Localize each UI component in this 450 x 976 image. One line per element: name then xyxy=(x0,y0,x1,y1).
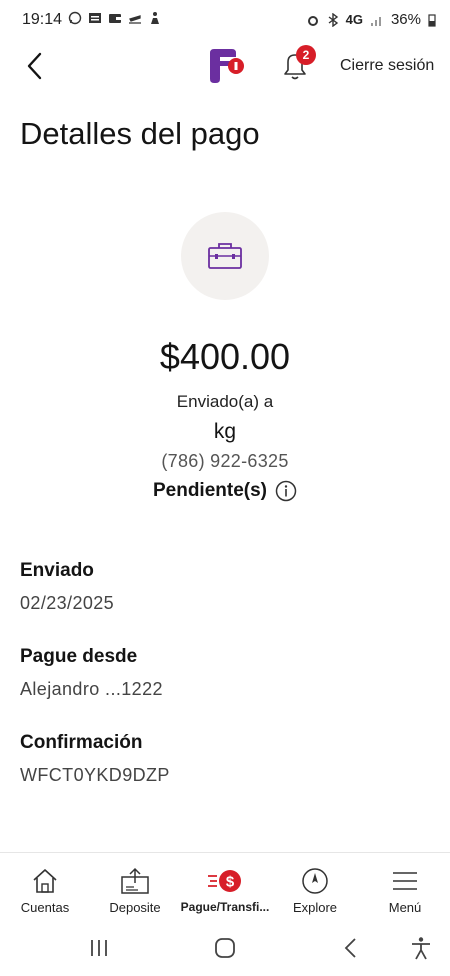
recent-apps-icon[interactable] xyxy=(89,936,109,960)
wallet-icon xyxy=(109,14,121,23)
confirmation-value: WFCT0YKD9DZP xyxy=(20,765,170,785)
page-title: Detalles del pago xyxy=(20,116,260,151)
bottom-navigation: Cuentas Deposite $ Pague/Transfi... Expl… xyxy=(0,852,450,925)
notification-badge: 2 xyxy=(296,45,316,65)
back-nav-icon[interactable] xyxy=(341,936,361,960)
notification-icons xyxy=(68,11,162,25)
nav-label: Deposite xyxy=(109,900,161,915)
network-label: 4G xyxy=(345,12,363,27)
sent-date-label: Enviado xyxy=(20,560,94,581)
payment-icon-circle xyxy=(181,212,269,300)
info-icon[interactable] xyxy=(275,480,297,502)
nav-cuentas[interactable]: Cuentas xyxy=(0,853,90,925)
status-text: Pendiente(s) xyxy=(152,480,268,501)
battery-label: 36% xyxy=(390,11,421,28)
signal-icon xyxy=(370,16,381,26)
accessibility-icon[interactable] xyxy=(410,936,432,960)
sent-date-value: 02/23/2025 xyxy=(20,593,115,613)
compass-icon xyxy=(302,868,328,894)
recipient-name: kg xyxy=(213,420,237,443)
flight-icon xyxy=(129,15,141,24)
svg-text:$: $ xyxy=(226,874,235,891)
logo-icon xyxy=(210,49,244,83)
battery-icon xyxy=(428,13,436,27)
briefcase-icon xyxy=(208,243,242,269)
bluetooth-icon xyxy=(328,12,338,27)
system-navigation-bar xyxy=(0,924,450,976)
status-bar: 19:14 4G 36% xyxy=(0,0,450,38)
brand-logo xyxy=(206,47,246,85)
home-button-icon[interactable] xyxy=(214,936,236,960)
confirmation-label: Confirmación xyxy=(20,732,143,753)
payment-status: Pendiente(s) xyxy=(0,480,450,502)
deposit-icon xyxy=(121,867,149,894)
payment-amount: $400.00 xyxy=(159,336,291,377)
nav-menu[interactable]: Menú xyxy=(360,853,450,925)
nav-explore[interactable]: Explore xyxy=(270,853,360,925)
alarm-icon xyxy=(307,15,318,26)
nav-label: Pague/Transfi... xyxy=(180,900,270,914)
nav-pague-transfiera[interactable]: $ Pague/Transfi... xyxy=(180,853,270,925)
whatsapp-icon xyxy=(68,11,82,25)
menu-icon xyxy=(393,872,417,890)
nav-label: Explore xyxy=(292,900,338,915)
pay-from-value: Alejandro ...1222 xyxy=(20,679,163,699)
chevron-left-icon xyxy=(27,52,42,80)
person-icon xyxy=(151,12,159,24)
nav-deposite[interactable]: Deposite xyxy=(90,853,180,925)
status-time: 19:14 xyxy=(22,11,63,28)
pay-from-label: Pague desde xyxy=(20,646,138,667)
nav-label: Menú xyxy=(388,900,422,915)
home-icon xyxy=(33,869,57,893)
recipient-phone: (786) 922-6325 xyxy=(161,451,289,471)
sent-to-label: Enviado(a) a xyxy=(176,392,274,411)
app-icon xyxy=(89,13,101,23)
nav-label: Cuentas xyxy=(20,900,70,915)
logout-link[interactable]: Cierre sesión xyxy=(340,57,434,75)
system-icons: 4G 36% xyxy=(306,11,436,28)
back-button[interactable] xyxy=(20,48,52,84)
pay-transfer-icon: $ xyxy=(208,870,241,892)
